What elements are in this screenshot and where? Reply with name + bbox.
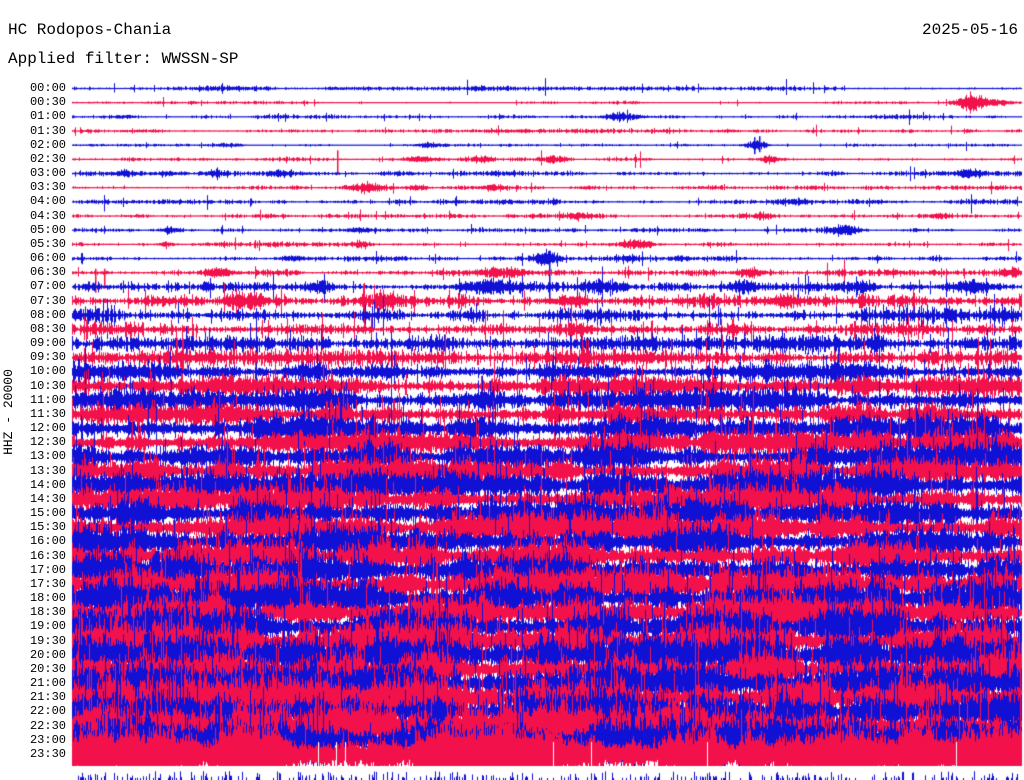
time-label-06:30: 06:30: [29, 265, 66, 280]
time-label-12:00: 12:00: [29, 421, 66, 436]
time-label-07:30: 07:30: [29, 293, 66, 308]
time-label-18:30: 18:30: [29, 605, 66, 620]
time-label-13:00: 13:00: [29, 449, 66, 464]
time-label-14:30: 14:30: [29, 491, 66, 506]
time-label-00:30: 00:30: [29, 95, 66, 110]
date-label: 2025-05-16: [921, 21, 1018, 39]
time-label-08:00: 08:00: [29, 307, 66, 322]
time-label-21:30: 21:30: [29, 690, 66, 705]
time-label-18:00: 18:00: [29, 591, 66, 606]
time-label-05:00: 05:00: [29, 222, 66, 237]
time-label-22:30: 22:30: [29, 718, 66, 733]
time-label-15:30: 15:30: [29, 520, 66, 535]
time-label-23:00: 23:00: [29, 732, 66, 747]
time-label-08:30: 08:30: [29, 321, 66, 336]
time-label-04:30: 04:30: [29, 208, 66, 223]
time-label-17:30: 17:30: [29, 576, 66, 591]
time-label-09:00: 09:00: [29, 336, 66, 351]
time-label-11:30: 11:30: [29, 406, 66, 421]
time-label-13:30: 13:30: [29, 463, 66, 478]
time-label-09:30: 09:30: [29, 350, 66, 365]
time-label-21:00: 21:00: [29, 676, 66, 691]
time-label-10:30: 10:30: [29, 378, 66, 393]
time-label-16:00: 16:00: [29, 534, 66, 549]
time-label-column: 00:00 00:30 01:00 01:30 02:00 02:30 03:00 03:30…: [0, 0, 70, 780]
time-label-01:00: 01:00: [29, 109, 66, 124]
time-label-12:30: 12:30: [29, 435, 66, 450]
time-label-14:00: 14:00: [29, 477, 66, 492]
time-label-23:30: 23:30: [29, 746, 66, 761]
time-label-01:30: 01:30: [29, 123, 66, 138]
time-label-19:30: 19:30: [29, 633, 66, 648]
time-label-02:00: 02:00: [29, 137, 66, 152]
time-label-19:00: 19:00: [29, 619, 66, 634]
time-label-04:00: 04:00: [29, 194, 66, 209]
time-label-06:00: 06:00: [29, 251, 66, 266]
time-label-03:00: 03:00: [29, 166, 66, 181]
time-label-20:00: 20:00: [29, 647, 66, 662]
time-label-00:00: 00:00: [29, 81, 66, 95]
time-label-15:00: 15:00: [29, 506, 66, 521]
time-label-07:00: 07:00: [29, 279, 66, 294]
time-label-10:00: 10:00: [29, 364, 66, 379]
time-label-22:00: 22:00: [29, 704, 66, 719]
helicorder-page: HC Rodopos-Chania 2025-05-16 Applied fil…: [0, 0, 1024, 780]
time-label-03:30: 03:30: [29, 180, 66, 195]
time-label-17:00: 17:00: [29, 562, 66, 577]
time-label-02:30: 02:30: [29, 151, 66, 166]
time-label-05:30: 05:30: [29, 236, 66, 251]
time-label-16:30: 16:30: [29, 548, 66, 563]
time-label-11:00: 11:00: [29, 392, 66, 407]
time-label-20:30: 20:30: [29, 661, 66, 676]
helicorder-canvas: [0, 0, 1024, 780]
